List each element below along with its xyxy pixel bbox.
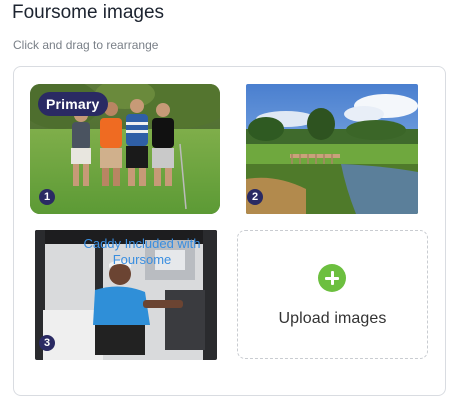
page-subtitle: Click and drag to rearrange <box>13 38 159 52</box>
image-position-badge: 1 <box>39 189 55 205</box>
golf-course-photo <box>246 84 418 214</box>
image-position-badge: 3 <box>39 335 55 351</box>
image-caption: Caddy Included with Foursome <box>83 236 201 267</box>
upload-images-button[interactable]: Upload images <box>237 230 428 359</box>
plus-circle-icon <box>318 264 346 292</box>
primary-badge: Primary <box>38 92 108 116</box>
image-position-badge: 2 <box>247 189 263 205</box>
upload-label: Upload images <box>278 310 387 327</box>
page-title: Foursome images <box>12 2 165 23</box>
image-tile-2[interactable] <box>246 84 418 214</box>
